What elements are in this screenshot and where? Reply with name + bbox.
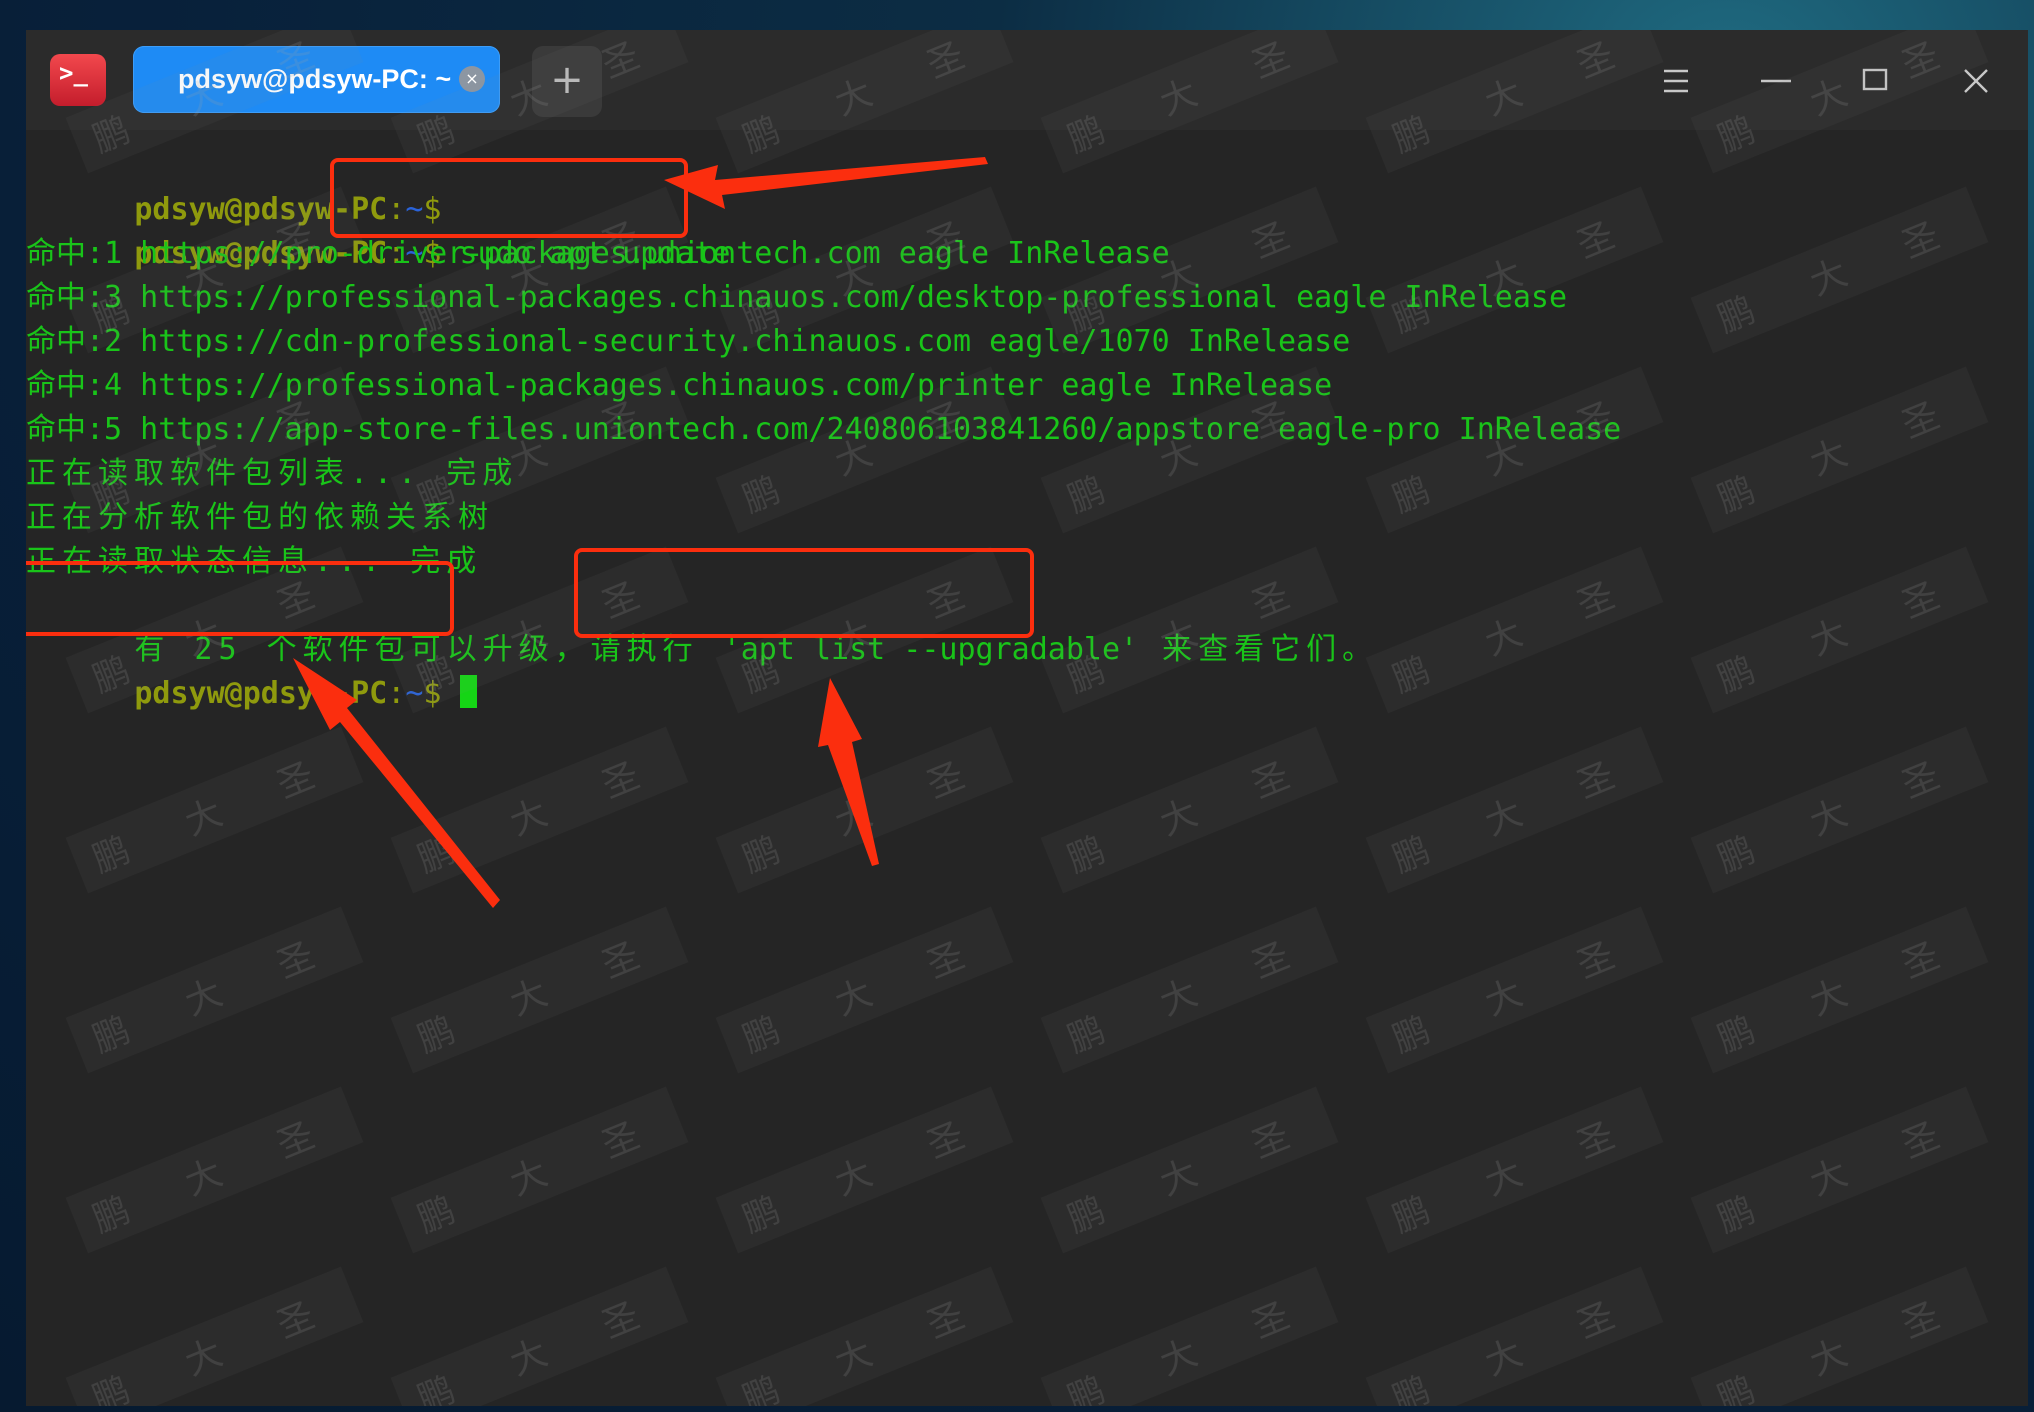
terminal-window: >_ pdsyw@pdsyw-PC: ~ × + pdsyw@pdsyw-PC:… — [26, 30, 2028, 1406]
annotation-box-upgrade-command — [574, 548, 1034, 638]
terminal-icon[interactable]: >_ — [50, 54, 106, 106]
annotation-box-command — [330, 158, 688, 238]
app-icon-glyph: >_ — [59, 59, 88, 87]
prompt-user-host: pdsyw@pdsyw-PC — [134, 676, 388, 711]
output-line: 命中:2 https://cdn-professional-security.c… — [26, 324, 1351, 359]
annotation-box-upgrade-count — [26, 561, 454, 636]
